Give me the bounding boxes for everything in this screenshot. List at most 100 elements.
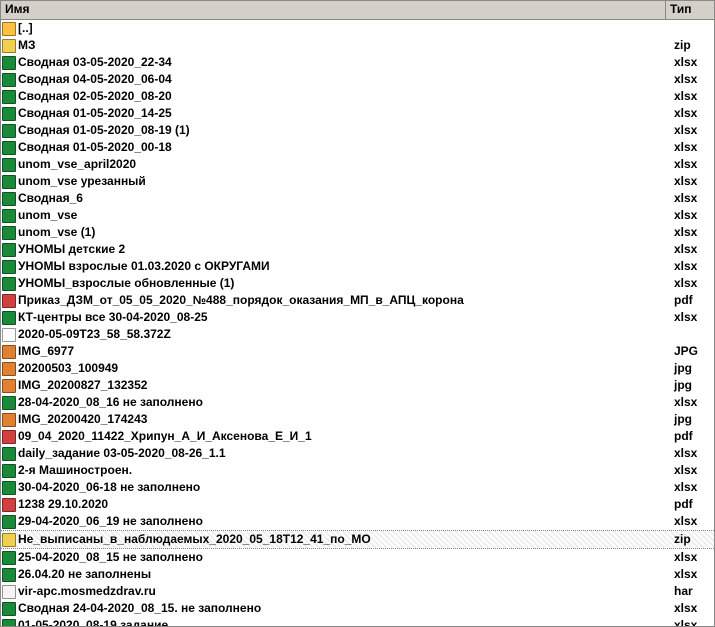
- file-row[interactable]: [..]: [1, 20, 714, 37]
- file-row[interactable]: УНОМЫ детские 2xlsx: [1, 241, 714, 258]
- file-row[interactable]: МЗzip: [1, 37, 714, 54]
- jpg-icon: [2, 362, 16, 376]
- file-row[interactable]: 26.04.20 не заполненыxlsx: [1, 566, 714, 583]
- xlsx-icon: [2, 481, 16, 495]
- file-name: [..]: [18, 20, 670, 37]
- file-type: pdf: [670, 496, 714, 513]
- column-header-name[interactable]: Имя: [1, 1, 666, 19]
- file-type: xlsx: [670, 54, 714, 71]
- file-name: КТ-центры все 30-04-2020_08-25: [18, 309, 670, 326]
- file-row[interactable]: IMG_20200827_132352jpg: [1, 377, 714, 394]
- file-row[interactable]: Сводная 01-05-2020_08-19 (1)xlsx: [1, 122, 714, 139]
- file-type: xlsx: [670, 258, 714, 275]
- xlsx-icon: [2, 447, 16, 461]
- xlsx-icon: [2, 243, 16, 257]
- file-name: IMG_20200827_132352: [18, 377, 670, 394]
- file-row[interactable]: 30-04-2020_06-18 не заполненоxlsx: [1, 479, 714, 496]
- file-type: xlsx: [670, 88, 714, 105]
- file-row[interactable]: IMG_20200420_174243jpg: [1, 411, 714, 428]
- xlsx-icon: [2, 602, 16, 616]
- file-type: xlsx: [670, 479, 714, 496]
- file-row[interactable]: КТ-центры все 30-04-2020_08-25xlsx: [1, 309, 714, 326]
- file-row[interactable]: 2-я Машиностроен.xlsx: [1, 462, 714, 479]
- file-type: xlsx: [670, 190, 714, 207]
- xlsx-icon: [2, 124, 16, 138]
- file-name: 25-04-2020_08_15 не заполнено: [18, 549, 670, 566]
- xlsx-icon: [2, 192, 16, 206]
- jpg-icon: [2, 345, 16, 359]
- file-row[interactable]: unom_vsexlsx: [1, 207, 714, 224]
- file-name: Сводная 02-05-2020_08-20: [18, 88, 670, 105]
- file-name: Сводная 24-04-2020_08_15. не заполнено: [18, 600, 670, 617]
- file-name: 09_04_2020_11422_Хрипун_А_И_Аксенова_Е_И…: [18, 428, 670, 445]
- file-name: Сводная 04-05-2020_06-04: [18, 71, 670, 88]
- file-type: xlsx: [670, 600, 714, 617]
- file-type: jpg: [670, 411, 714, 428]
- file-type: xlsx: [670, 156, 714, 173]
- file-type: xlsx: [670, 394, 714, 411]
- xlsx-icon: [2, 619, 16, 627]
- blank-icon: [2, 328, 16, 342]
- file-name: unom_vse урезанный: [18, 173, 670, 190]
- column-headers: Имя Тип: [1, 1, 714, 20]
- file-row[interactable]: 09_04_2020_11422_Хрипун_А_И_Аксенова_Е_И…: [1, 428, 714, 445]
- file-row[interactable]: 20200503_100949jpg: [1, 360, 714, 377]
- file-row[interactable]: Сводная 01-05-2020_14-25xlsx: [1, 105, 714, 122]
- file-name: 20200503_100949: [18, 360, 670, 377]
- zip-icon: [2, 533, 16, 547]
- file-name: 29-04-2020_06_19 не заполнено: [18, 513, 670, 530]
- file-row[interactable]: УНОМЫ взрослые 01.03.2020 с ОКРУГАМИxlsx: [1, 258, 714, 275]
- file-row[interactable]: УНОМЫ_взрослые обновленные (1)xlsx: [1, 275, 714, 292]
- file-type: zip: [670, 531, 714, 548]
- file-type: xlsx: [670, 513, 714, 530]
- xlsx-icon: [2, 226, 16, 240]
- file-name: УНОМЫ взрослые 01.03.2020 с ОКРУГАМИ: [18, 258, 670, 275]
- file-name: УНОМЫ_взрослые обновленные (1): [18, 275, 670, 292]
- file-type: xlsx: [670, 462, 714, 479]
- file-row[interactable]: 25-04-2020_08_15 не заполненоxlsx: [1, 549, 714, 566]
- file-row[interactable]: Сводная_6xlsx: [1, 190, 714, 207]
- file-row[interactable]: 28-04-2020_08_16 не заполненоxlsx: [1, 394, 714, 411]
- xlsx-icon: [2, 90, 16, 104]
- file-name: 2020-05-09T23_58_58.372Z: [18, 326, 670, 343]
- file-row[interactable]: Приказ_ДЗМ_от_05_05_2020_№488_порядок_ок…: [1, 292, 714, 309]
- file-row[interactable]: unom_vse (1)xlsx: [1, 224, 714, 241]
- file-name: unom_vse: [18, 207, 670, 224]
- file-type: xlsx: [670, 566, 714, 583]
- file-row[interactable]: 1238 29.10.2020pdf: [1, 496, 714, 513]
- file-type: xlsx: [670, 105, 714, 122]
- file-row[interactable]: Не_выписаны_в_наблюдаемых_2020_05_18T12_…: [1, 530, 714, 549]
- file-name: unom_vse_april2020: [18, 156, 670, 173]
- file-type: pdf: [670, 292, 714, 309]
- file-row[interactable]: Сводная 01-05-2020_00-18xlsx: [1, 139, 714, 156]
- file-row[interactable]: Сводная 04-05-2020_06-04xlsx: [1, 71, 714, 88]
- file-row[interactable]: unom_vse урезанныйxlsx: [1, 173, 714, 190]
- file-row[interactable]: vir-apc.mosmedzdrav.ruhar: [1, 583, 714, 600]
- file-name: МЗ: [18, 37, 670, 54]
- file-row[interactable]: IMG_6977JPG: [1, 343, 714, 360]
- file-name: 1238 29.10.2020: [18, 496, 670, 513]
- file-name: Не_выписаны_в_наблюдаемых_2020_05_18T12_…: [18, 531, 670, 548]
- xlsx-icon: [2, 260, 16, 274]
- file-row[interactable]: unom_vse_april2020xlsx: [1, 156, 714, 173]
- file-row[interactable]: 29-04-2020_06_19 не заполненоxlsx: [1, 513, 714, 530]
- file-row[interactable]: Сводная 03-05-2020_22-34xlsx: [1, 54, 714, 71]
- file-row[interactable]: Сводная 02-05-2020_08-20xlsx: [1, 88, 714, 105]
- file-type: jpg: [670, 377, 714, 394]
- file-type: xlsx: [670, 173, 714, 190]
- xlsx-icon: [2, 464, 16, 478]
- file-row[interactable]: daily_задание 03-05-2020_08-26_1.1xlsx: [1, 445, 714, 462]
- xlsx-icon: [2, 158, 16, 172]
- xlsx-icon: [2, 551, 16, 565]
- file-row[interactable]: 2020-05-09T23_58_58.372Z: [1, 326, 714, 343]
- pdf-icon: [2, 498, 16, 512]
- file-row[interactable]: Сводная 24-04-2020_08_15. не заполненоxl…: [1, 600, 714, 617]
- jpg-icon: [2, 413, 16, 427]
- file-type: har: [670, 583, 714, 600]
- file-name: Приказ_ДЗМ_от_05_05_2020_№488_порядок_ок…: [18, 292, 670, 309]
- column-header-type[interactable]: Тип: [666, 1, 714, 19]
- file-name: Сводная 01-05-2020_08-19 (1): [18, 122, 670, 139]
- file-name: Сводная 01-05-2020_14-25: [18, 105, 670, 122]
- file-row[interactable]: 01-05-2020_08-19 заданиеxlsx: [1, 617, 714, 627]
- file-name: vir-apc.mosmedzdrav.ru: [18, 583, 670, 600]
